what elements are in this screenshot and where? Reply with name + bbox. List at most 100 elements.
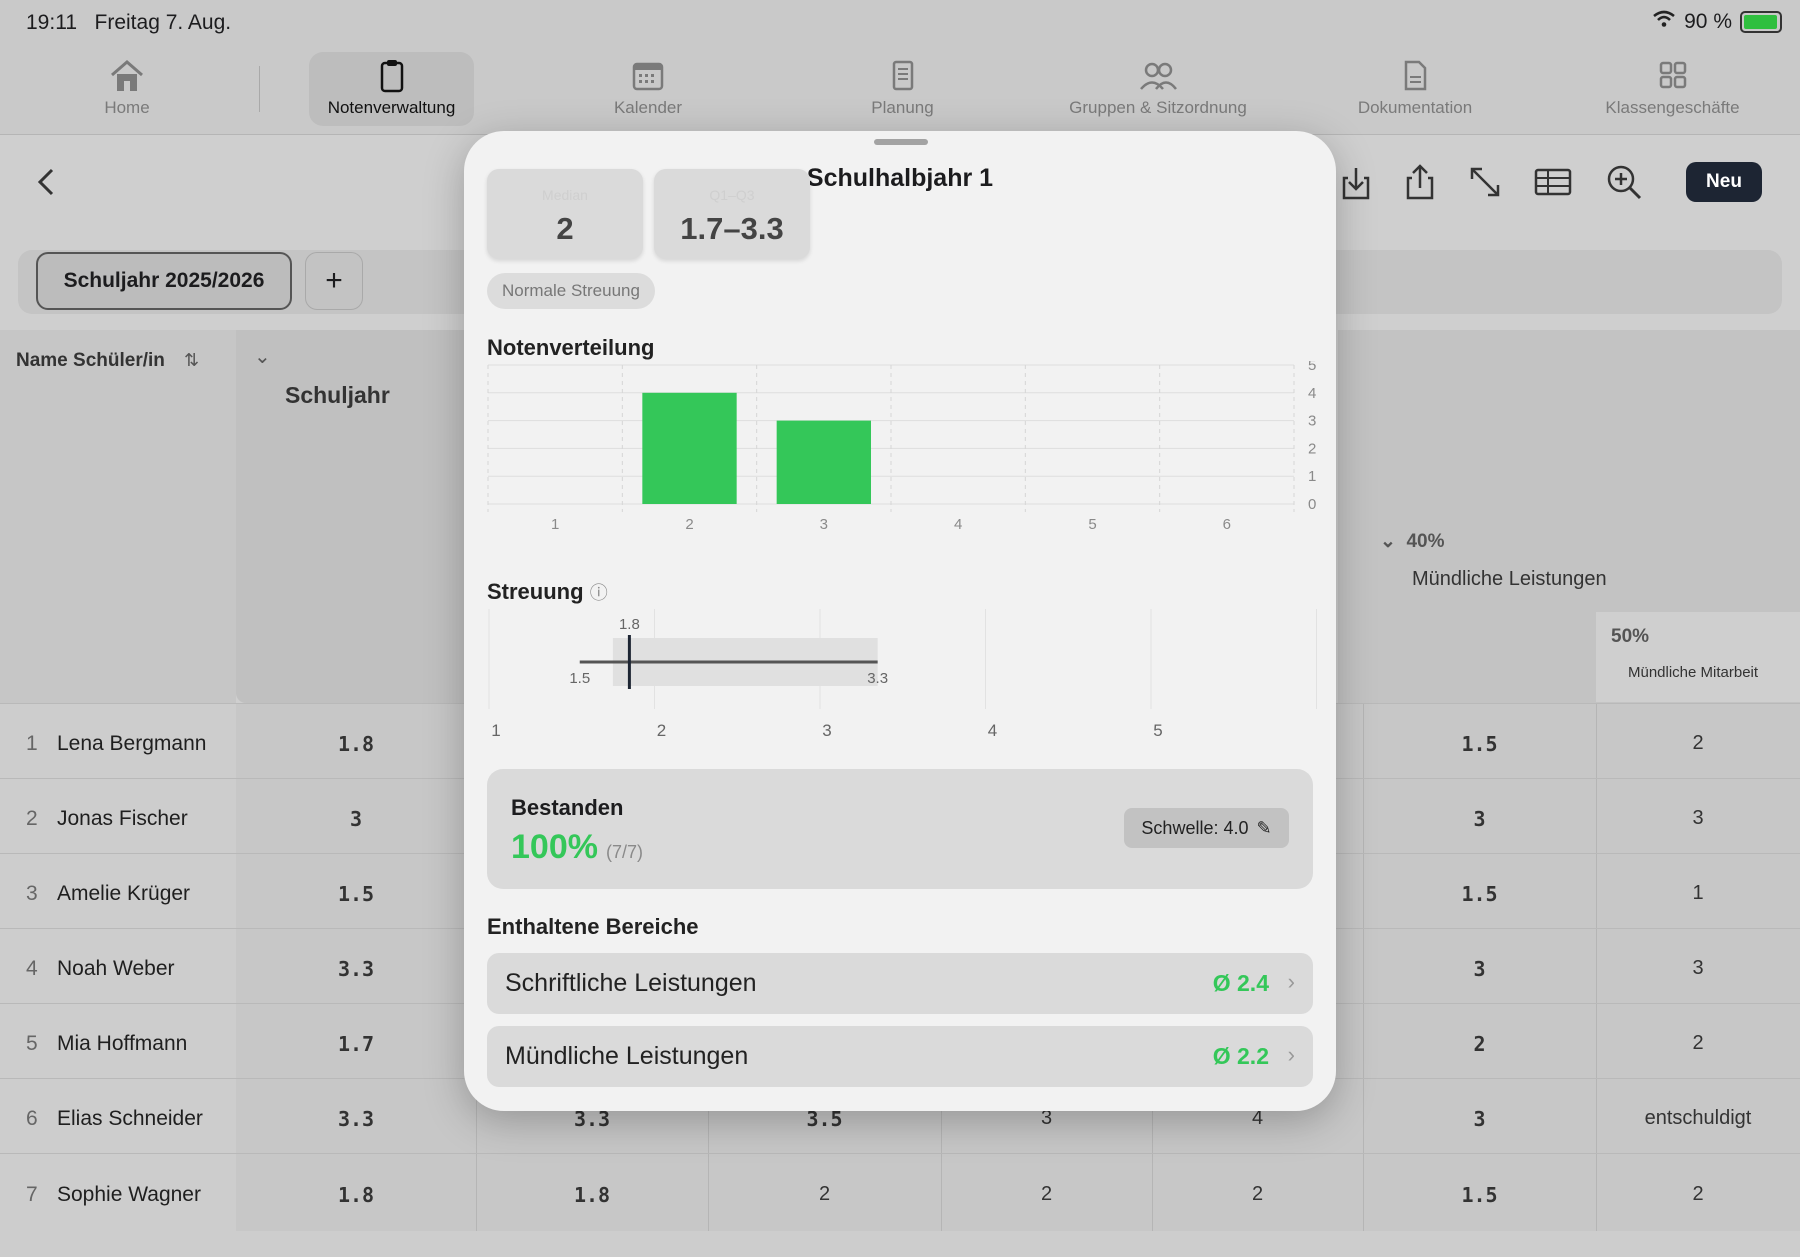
grade-cell[interactable]: 2 — [1596, 732, 1800, 755]
x-tick-label: 1 — [551, 516, 559, 533]
grade-cell[interactable]: 1.8 — [236, 1183, 476, 1207]
share-icon — [1406, 164, 1434, 200]
y-tick-label: 5 — [1308, 361, 1316, 374]
median-stat: Median 2 — [487, 169, 643, 259]
y-tick-label: 4 — [1308, 385, 1316, 402]
grade-cell[interactable]: 1 — [1596, 882, 1800, 905]
share-button[interactable] — [1400, 162, 1440, 202]
row-number: 7 — [26, 1183, 38, 1206]
x-tick-label: 3 — [822, 721, 831, 740]
passed-card: Bestanden 100% (7/7) Schwelle: 4.0 ✎ — [487, 769, 1313, 889]
stat-value: 2 — [556, 211, 574, 246]
download-icon — [1342, 168, 1370, 200]
median-label: 1.8 — [619, 616, 640, 633]
grade-cell[interactable]: 3 — [1363, 807, 1596, 831]
year-chip[interactable]: Schuljahr 2025/2026 — [36, 252, 292, 310]
row-number: 4 — [26, 957, 38, 980]
min-label: 1.5 — [569, 670, 590, 687]
grade-cell[interactable]: 3 — [1363, 957, 1596, 981]
wifi-icon — [1652, 10, 1676, 34]
tab-home[interactable]: Home — [72, 52, 182, 126]
tab-kalender[interactable]: Kalender — [588, 52, 708, 126]
house-icon — [111, 60, 143, 91]
area-row-schriftlich[interactable]: Schriftliche Leistungen Ø 2.4 › — [487, 953, 1313, 1014]
tab-klassengeschaefte[interactable]: Klassengeschäfte — [1590, 52, 1755, 126]
spread-badge: Normale Streuung — [487, 273, 655, 309]
sheet-grabber[interactable] — [874, 139, 928, 145]
add-year-button[interactable]: + — [305, 252, 363, 310]
chevron-down-icon[interactable]: ⌄ — [254, 344, 271, 369]
stat-label: Q1–Q3 — [709, 187, 755, 203]
threshold-button[interactable]: Schwelle: 4.0 ✎ — [1124, 808, 1289, 848]
area-name: Mündliche Leistungen — [505, 1042, 749, 1070]
grade-cell[interactable]: 3.3 — [236, 957, 476, 981]
document-list-icon — [892, 60, 913, 91]
table-view-button[interactable] — [1533, 162, 1573, 202]
grade-cell[interactable]: 3 — [1596, 957, 1800, 980]
grade-cell[interactable]: 3 — [1596, 807, 1800, 830]
tab-planung[interactable]: Planung — [850, 52, 955, 126]
zoom-button[interactable] — [1604, 162, 1644, 202]
mitarbeit-percent: 50% — [1611, 626, 1650, 647]
tab-gruppen[interactable]: Gruppen & Sitzordnung — [1058, 52, 1258, 126]
area-row-muendlich[interactable]: Mündliche Leistungen Ø 2.2 › — [487, 1026, 1313, 1087]
info-icon[interactable]: ⓘ — [590, 583, 608, 603]
new-button[interactable]: Neu — [1686, 162, 1762, 202]
stat-value: 1.7–3.3 — [680, 211, 784, 246]
area-average: Ø 2.4 — [1212, 970, 1269, 996]
download-button[interactable] — [1336, 162, 1376, 202]
table-row[interactable]: 7 Sophie Wagner 1.8 1.8 2 2 2 1.5 2 — [0, 1153, 1800, 1231]
area-average: Ø 2.2 — [1212, 1043, 1269, 1069]
grade-cell[interactable]: 1.8 — [476, 1183, 708, 1207]
grade-cell[interactable]: 2 — [1596, 1032, 1800, 1055]
areas-title: Enthaltene Bereiche — [487, 914, 699, 939]
grade-cell[interactable]: 1.8 — [236, 732, 476, 756]
name-header-label: Name Schüler/in — [16, 350, 165, 371]
sort-icon[interactable]: ⇅ — [184, 350, 199, 371]
tab-notenverwaltung[interactable]: Notenverwaltung — [309, 52, 474, 126]
row-number: 3 — [26, 882, 38, 905]
student-name: Elias Schneider — [57, 1107, 203, 1130]
people-icon — [1140, 62, 1177, 90]
mitarbeit-column-header: 50% Mündliche Mitarbeit — [1596, 612, 1800, 702]
grade-cell[interactable]: 1.5 — [1363, 882, 1596, 906]
bar — [642, 392, 737, 504]
grade-cell[interactable]: entschuldigt — [1596, 1107, 1800, 1130]
status-right: 90 % — [1652, 10, 1782, 34]
grade-cell[interactable]: 1.5 — [1363, 732, 1596, 756]
row-number: 6 — [26, 1107, 38, 1130]
x-tick-label: 2 — [685, 516, 693, 533]
back-button[interactable] — [30, 162, 64, 202]
y-tick-label: 3 — [1308, 413, 1316, 430]
grade-cell[interactable]: 2 — [1152, 1183, 1363, 1206]
grade-cell[interactable]: 3.3 — [236, 1107, 476, 1131]
grade-cell[interactable]: 3 — [236, 807, 476, 831]
bottom-edge — [0, 1231, 1800, 1257]
grade-cell[interactable]: 2 — [708, 1183, 941, 1206]
grade-cell[interactable]: 2 — [941, 1183, 1152, 1206]
grade-cell[interactable]: 3 — [1363, 1107, 1596, 1131]
x-tick-label: 1 — [491, 721, 500, 740]
expand-button[interactable] — [1465, 162, 1505, 202]
grade-cell[interactable]: 2 — [1363, 1032, 1596, 1056]
x-tick-label: 4 — [988, 721, 997, 740]
x-tick-label: 3 — [820, 516, 828, 533]
document-icon — [1404, 60, 1427, 91]
zoom-in-icon — [1607, 165, 1642, 200]
muendlich-percent[interactable]: ⌄ 40% — [1380, 530, 1445, 553]
row-number: 1 — [26, 732, 38, 755]
table-icon — [1534, 168, 1572, 196]
x-tick-label: 6 — [1223, 516, 1231, 533]
status-time: 19:11 Freitag 7. Aug. — [26, 11, 232, 34]
y-tick-label: 1 — [1308, 468, 1316, 485]
grade-cell[interactable]: 1.5 — [1363, 1183, 1596, 1207]
max-label: 3.3 — [867, 670, 888, 687]
clipboard-icon — [380, 60, 403, 93]
passed-count: (7/7) — [606, 842, 644, 862]
student-name: Amelie Krüger — [57, 882, 191, 905]
tab-dokumentation[interactable]: Dokumentation — [1345, 52, 1485, 126]
grade-cell[interactable]: 2 — [1596, 1183, 1800, 1206]
grid-icon — [1659, 61, 1686, 89]
grade-cell[interactable]: 1.5 — [236, 882, 476, 906]
grade-cell[interactable]: 1.7 — [236, 1032, 476, 1056]
